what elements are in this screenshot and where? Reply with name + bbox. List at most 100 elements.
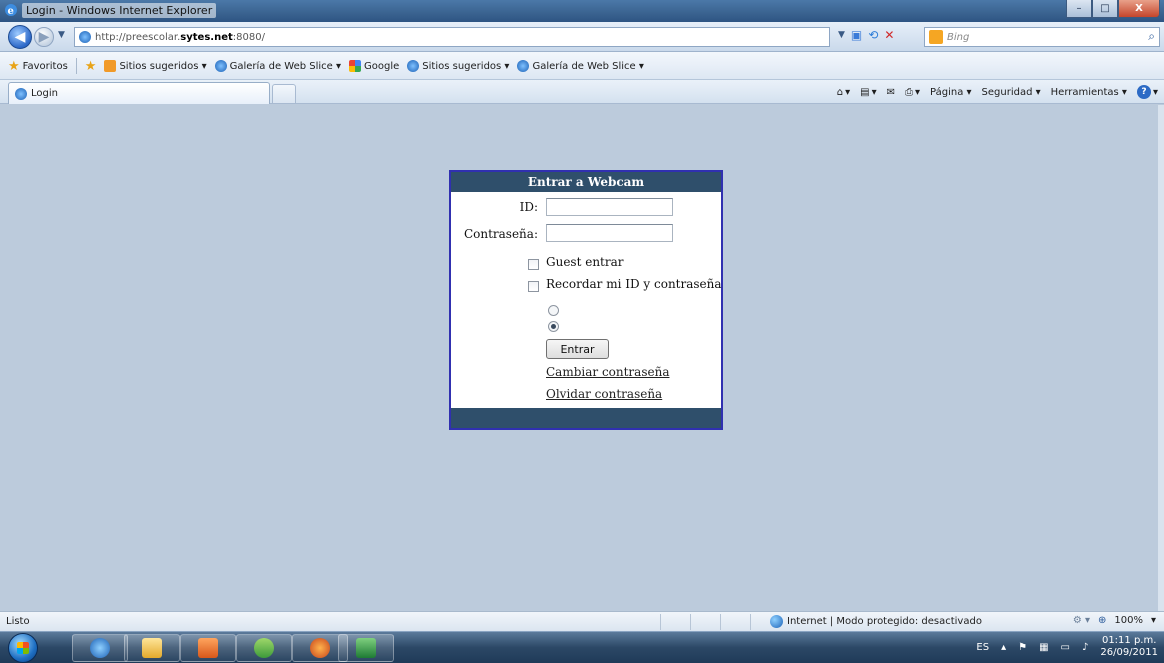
taskbar-excel[interactable] bbox=[338, 634, 394, 662]
add-favorite-icon[interactable]: ★ bbox=[85, 59, 97, 74]
taskbar-ie[interactable] bbox=[72, 634, 128, 662]
excel-icon bbox=[356, 638, 376, 658]
guest-label: Guest entrar bbox=[546, 255, 624, 269]
divider bbox=[660, 614, 661, 630]
favorite-link-4[interactable]: Sitios sugeridos ▾ bbox=[407, 60, 509, 72]
bing-icon bbox=[929, 30, 943, 44]
page-icon bbox=[407, 60, 420, 72]
favorites-button[interactable]: ★ Favoritos bbox=[8, 59, 68, 74]
tab-label: Login bbox=[31, 88, 58, 99]
close-button[interactable]: X bbox=[1118, 0, 1160, 18]
zoom-dropdown-icon[interactable]: ▾ bbox=[1151, 615, 1156, 626]
fox-icon bbox=[310, 638, 330, 658]
back-button[interactable]: ◀ bbox=[8, 25, 32, 49]
divider bbox=[720, 614, 721, 630]
vertical-scrollbar[interactable] bbox=[1158, 105, 1164, 611]
favorite-link-1[interactable]: Sitios sugeridos ▾ bbox=[104, 60, 207, 72]
favorite-link-label: Galería de Web Slice ▾ bbox=[532, 60, 644, 72]
help-icon: ? bbox=[1136, 85, 1151, 99]
mail-icon: ✉ bbox=[886, 86, 895, 98]
page-icon bbox=[79, 31, 91, 43]
start-button[interactable] bbox=[8, 633, 38, 663]
home-icon: ⌂ bbox=[836, 86, 844, 98]
login-button[interactable]: Entrar bbox=[546, 339, 609, 359]
search-input[interactable]: Bing ⌕ bbox=[924, 27, 1160, 47]
password-input[interactable] bbox=[546, 224, 673, 242]
system-tray: ES ▴ ⚑ ▦ ▭ ♪ 01:11 p.m. 26/09/2011 bbox=[976, 635, 1158, 659]
network-icon[interactable]: ▦ bbox=[1039, 642, 1048, 653]
favorite-link-5[interactable]: Galería de Web Slice ▾ bbox=[517, 60, 644, 72]
security-zone[interactable]: Internet | Modo protegido: desactivado bbox=[770, 615, 982, 628]
clock-date: 26/09/2011 bbox=[1100, 647, 1158, 658]
zoom-level: 100% bbox=[1114, 615, 1143, 626]
add-ons-icon[interactable]: ⚙ ▾ bbox=[1073, 615, 1090, 626]
taskbar-media-player[interactable] bbox=[180, 634, 236, 662]
flag-icon[interactable]: ⚑ bbox=[1018, 642, 1027, 653]
window-title: Login - Windows Internet Explorer bbox=[22, 3, 217, 18]
taskbar: ES ▴ ⚑ ▦ ▭ ♪ 01:11 p.m. 26/09/2011 bbox=[0, 631, 1164, 663]
search-icon[interactable]: ⌕ bbox=[1148, 29, 1155, 44]
zone-text: Internet | Modo protegido: desactivado bbox=[787, 616, 982, 627]
favorite-link-label: Galería de Web Slice ▾ bbox=[229, 60, 342, 72]
change-password-link[interactable]: Cambiar contraseña bbox=[546, 365, 669, 379]
zoom-icon: ⊕ bbox=[1097, 615, 1107, 626]
maximize-button[interactable]: □ bbox=[1092, 0, 1118, 18]
new-tab-button[interactable] bbox=[272, 84, 296, 104]
forgot-password-link[interactable]: Olvidar contraseña bbox=[546, 387, 662, 401]
ie-tab-icon bbox=[15, 87, 27, 100]
tab-login[interactable]: Login bbox=[8, 82, 270, 104]
clock-time: 01:11 p.m. bbox=[1101, 635, 1157, 646]
media-player-icon bbox=[198, 638, 218, 658]
option-radio-2[interactable] bbox=[548, 321, 559, 332]
favorite-link-label: Sitios sugeridos ▾ bbox=[119, 60, 207, 72]
ie-icon bbox=[90, 638, 110, 658]
security-menu[interactable]: Seguridad ▾ bbox=[982, 87, 1041, 98]
feeds-button[interactable]: ▤ ▾ bbox=[860, 87, 876, 98]
print-button[interactable]: ⎙ ▾ bbox=[905, 87, 920, 98]
language-indicator[interactable]: ES bbox=[976, 642, 989, 653]
remember-label: Recordar mi ID y contraseña bbox=[546, 277, 722, 291]
divider bbox=[750, 614, 751, 630]
rss-icon: ▤ bbox=[860, 86, 870, 98]
zoom-control[interactable]: ⚙ ▾ ⊕ 100% ▾ bbox=[1073, 615, 1156, 626]
id-label: ID: bbox=[519, 200, 538, 214]
taskbar-explorer[interactable] bbox=[124, 634, 180, 662]
compatibility-view-icon[interactable]: ▣ bbox=[851, 28, 862, 42]
svg-text:e: e bbox=[8, 6, 14, 17]
address-field[interactable]: http://preescolar.sytes.net:8080/ bbox=[74, 27, 830, 47]
favorite-link-2[interactable]: Galería de Web Slice ▾ bbox=[214, 60, 342, 72]
page-icon bbox=[214, 60, 227, 72]
help-button[interactable]: ? ▾ bbox=[1136, 85, 1158, 99]
address-dropdown-icon[interactable]: ▼ bbox=[838, 30, 845, 40]
forward-button[interactable]: ▶ bbox=[34, 27, 54, 47]
refresh-icon[interactable]: ⟲ bbox=[868, 28, 878, 42]
remember-checkbox[interactable] bbox=[528, 281, 539, 292]
home-button[interactable]: ⌂ ▾ bbox=[837, 87, 850, 98]
status-bar: Listo Internet | Modo protegido: desacti… bbox=[0, 611, 1164, 631]
volume-icon[interactable]: ♪ bbox=[1082, 642, 1088, 653]
star-icon: ★ bbox=[8, 58, 20, 74]
minimize-button[interactable]: – bbox=[1066, 0, 1092, 18]
show-hidden-icons[interactable]: ▴ bbox=[1001, 642, 1006, 653]
favorites-label: Favoritos bbox=[22, 60, 68, 72]
favorite-link-3[interactable]: Google bbox=[349, 60, 399, 72]
monitor-icon[interactable]: ▭ bbox=[1061, 642, 1070, 653]
login-footer bbox=[451, 408, 721, 428]
clock[interactable]: 01:11 p.m. 26/09/2011 bbox=[1100, 635, 1158, 659]
mail-button[interactable]: ✉ bbox=[887, 87, 895, 98]
login-title: Entrar a Webcam bbox=[451, 172, 721, 192]
stop-icon[interactable]: ✕ bbox=[884, 28, 894, 42]
favorite-link-label: Sitios sugeridos ▾ bbox=[422, 60, 510, 72]
password-label: Contraseña: bbox=[463, 227, 538, 241]
favorite-link-label: Google bbox=[364, 60, 400, 72]
taskbar-messenger[interactable] bbox=[236, 634, 292, 662]
id-input[interactable] bbox=[546, 198, 673, 216]
window-controls: – □ X bbox=[1066, 0, 1160, 18]
tools-menu[interactable]: Herramientas ▾ bbox=[1051, 87, 1127, 98]
favorites-bar: ★ Favoritos ★ Sitios sugeridos ▾ Galería… bbox=[0, 52, 1164, 80]
history-dropdown-icon[interactable]: ▼ bbox=[58, 30, 65, 40]
page-menu[interactable]: Página ▾ bbox=[930, 87, 972, 98]
messenger-icon bbox=[254, 638, 274, 658]
guest-checkbox[interactable] bbox=[528, 259, 539, 270]
option-radio-1[interactable] bbox=[548, 305, 559, 316]
